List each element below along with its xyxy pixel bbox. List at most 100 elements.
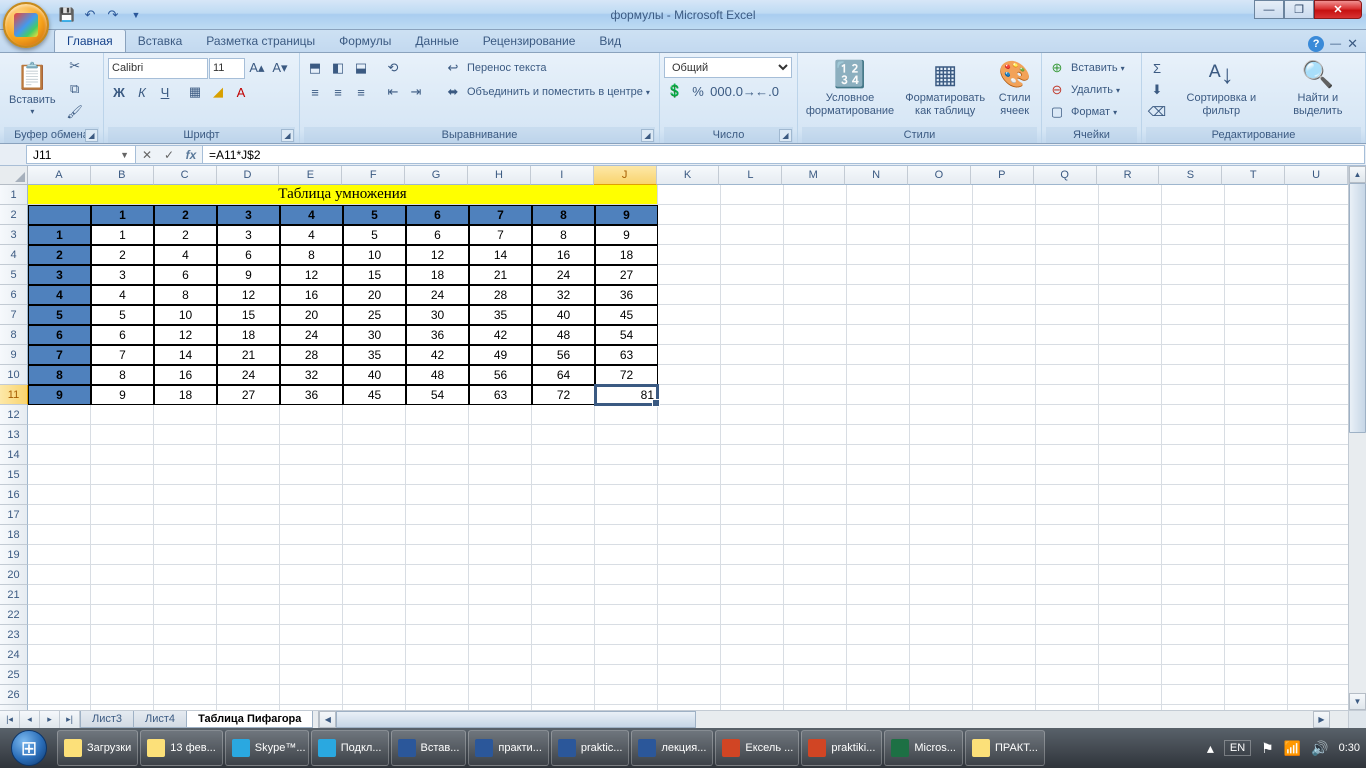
cell[interactable]: 9 xyxy=(28,385,91,405)
cell[interactable] xyxy=(1288,205,1351,225)
cell[interactable] xyxy=(1225,365,1288,385)
cell[interactable] xyxy=(1036,565,1099,585)
cell[interactable] xyxy=(784,485,847,505)
cell[interactable]: 5 xyxy=(91,305,154,325)
doc-close-icon[interactable]: ✕ xyxy=(1347,36,1358,52)
office-button[interactable] xyxy=(3,2,49,48)
cell[interactable]: 48 xyxy=(532,325,595,345)
cell[interactable]: 81 xyxy=(595,385,658,405)
cell[interactable] xyxy=(28,585,91,605)
cell[interactable] xyxy=(280,685,343,705)
cell[interactable] xyxy=(154,565,217,585)
cell[interactable] xyxy=(658,565,721,585)
enter-formula-icon[interactable]: ✓ xyxy=(158,148,180,162)
cell[interactable]: 8 xyxy=(154,285,217,305)
cell[interactable]: 16 xyxy=(154,365,217,385)
border-button[interactable]: ▦ xyxy=(184,81,206,103)
cell[interactable] xyxy=(973,445,1036,465)
cell[interactable] xyxy=(1225,405,1288,425)
cell[interactable] xyxy=(1162,265,1225,285)
cell[interactable]: Таблица умножения xyxy=(28,185,658,205)
row-header[interactable]: 7 xyxy=(0,305,28,325)
cell[interactable] xyxy=(1225,505,1288,525)
cell[interactable] xyxy=(343,525,406,545)
cell[interactable] xyxy=(1225,445,1288,465)
vscroll-thumb[interactable] xyxy=(1349,183,1366,433)
cell[interactable] xyxy=(973,205,1036,225)
cell[interactable] xyxy=(1099,285,1162,305)
formula-input[interactable] xyxy=(203,145,1365,164)
col-header[interactable]: F xyxy=(342,166,405,185)
cell[interactable] xyxy=(217,485,280,505)
cell[interactable] xyxy=(532,565,595,585)
taskbar-item[interactable]: praktic... xyxy=(551,730,630,766)
cell[interactable] xyxy=(595,625,658,645)
number-dialog-icon[interactable]: ◢ xyxy=(779,129,792,142)
cell[interactable] xyxy=(595,645,658,665)
cell[interactable] xyxy=(154,525,217,545)
cell[interactable] xyxy=(217,505,280,525)
cell[interactable] xyxy=(847,665,910,685)
cell[interactable]: 72 xyxy=(595,365,658,385)
cell[interactable] xyxy=(910,425,973,445)
cell[interactable] xyxy=(406,445,469,465)
cell[interactable] xyxy=(469,605,532,625)
cell[interactable] xyxy=(343,585,406,605)
col-header[interactable]: C xyxy=(154,166,217,185)
cell[interactable] xyxy=(1288,285,1351,305)
cell[interactable] xyxy=(784,385,847,405)
cell[interactable] xyxy=(28,685,91,705)
cell[interactable] xyxy=(1099,225,1162,245)
cell[interactable] xyxy=(1036,225,1099,245)
cell[interactable] xyxy=(343,405,406,425)
row-header[interactable]: 13 xyxy=(0,425,28,445)
cell[interactable] xyxy=(1099,645,1162,665)
cell[interactable] xyxy=(847,365,910,385)
vertical-scrollbar[interactable]: ▲ ▼ xyxy=(1348,166,1366,710)
fx-icon[interactable]: fx xyxy=(180,148,202,162)
clock[interactable]: 0:30 xyxy=(1339,742,1360,754)
row-header[interactable]: 3 xyxy=(0,225,28,245)
cell[interactable] xyxy=(28,465,91,485)
cell[interactable] xyxy=(532,685,595,705)
cell[interactable] xyxy=(1162,205,1225,225)
align-right-button[interactable]: ≡ xyxy=(350,81,372,103)
cell[interactable] xyxy=(1288,485,1351,505)
cell[interactable] xyxy=(217,465,280,485)
cell[interactable] xyxy=(910,665,973,685)
cell[interactable] xyxy=(973,405,1036,425)
cell[interactable] xyxy=(658,285,721,305)
cell[interactable]: 9 xyxy=(595,225,658,245)
cell[interactable] xyxy=(532,525,595,545)
cell[interactable] xyxy=(91,525,154,545)
col-header[interactable]: M xyxy=(782,166,845,185)
cell[interactable]: 8 xyxy=(91,365,154,385)
cell[interactable] xyxy=(1225,585,1288,605)
cell[interactable] xyxy=(1288,685,1351,705)
cell[interactable] xyxy=(1162,545,1225,565)
cell[interactable] xyxy=(28,445,91,465)
cell[interactable] xyxy=(1036,625,1099,645)
cell[interactable] xyxy=(658,265,721,285)
taskbar-item[interactable]: ПРАКТ... xyxy=(965,730,1045,766)
cell[interactable] xyxy=(406,465,469,485)
cell[interactable]: 54 xyxy=(406,385,469,405)
cell[interactable]: 14 xyxy=(469,245,532,265)
cell[interactable] xyxy=(1162,405,1225,425)
cell[interactable] xyxy=(28,565,91,585)
cell[interactable] xyxy=(28,485,91,505)
cell[interactable] xyxy=(595,505,658,525)
cell[interactable] xyxy=(217,665,280,685)
row-header[interactable]: 15 xyxy=(0,465,28,485)
cell[interactable] xyxy=(784,585,847,605)
cell[interactable] xyxy=(1225,545,1288,565)
cell[interactable] xyxy=(658,225,721,245)
cell[interactable] xyxy=(217,645,280,665)
cell[interactable] xyxy=(847,545,910,565)
cell[interactable]: 16 xyxy=(280,285,343,305)
cell[interactable]: 20 xyxy=(280,305,343,325)
cell[interactable]: 4 xyxy=(28,285,91,305)
cell[interactable]: 1 xyxy=(28,225,91,245)
dec-decimal-button[interactable]: ←.0 xyxy=(756,80,778,102)
cell[interactable] xyxy=(721,445,784,465)
